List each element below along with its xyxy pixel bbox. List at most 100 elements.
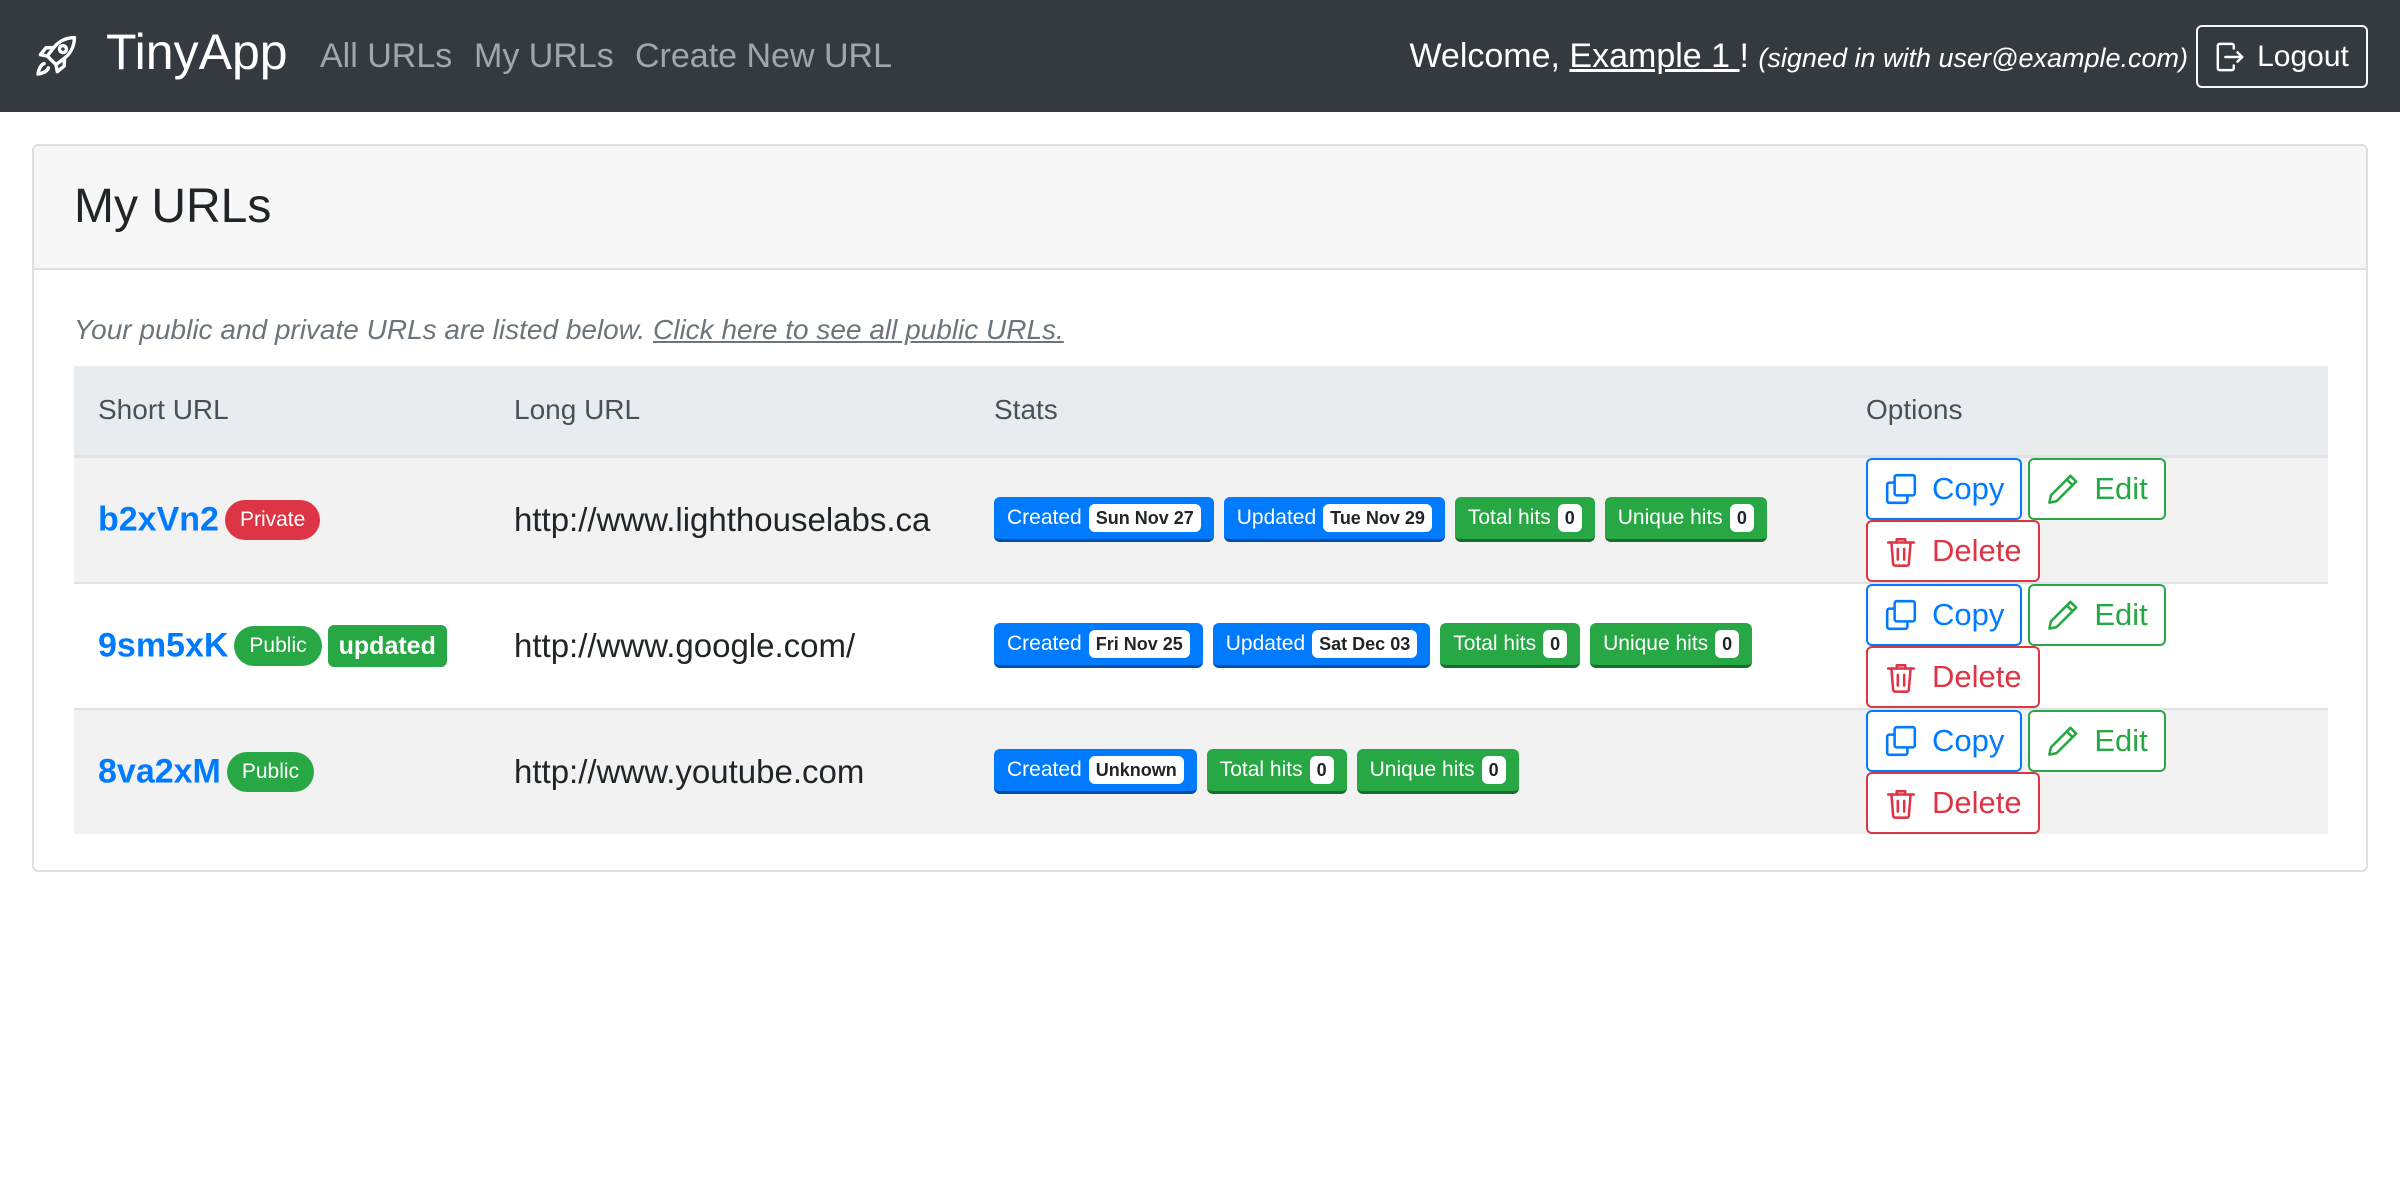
table-row: b2xVn2 Private http://www.lighthouselabs.… (74, 455, 2328, 583)
long-url: http://www.youtube.com (514, 752, 865, 790)
card-header: My URLs (34, 146, 2366, 270)
delete-button[interactable]: Delete (1866, 771, 2040, 834)
edit-button[interactable]: Edit (2028, 583, 2166, 646)
total-hits-value: 0 (1557, 504, 1582, 532)
trash-icon (1886, 537, 1916, 567)
edit-label: Edit (2094, 596, 2148, 632)
delete-button[interactable]: Delete (1866, 519, 2040, 582)
unique-hits-value: 0 (1729, 504, 1754, 532)
my-urls-card: My URLs Your public and private URLs are… (32, 144, 2368, 872)
total-hits-label: Total hits (1453, 632, 1537, 655)
created-value: Fri Nov 25 (1088, 630, 1190, 658)
updated-value: Sat Dec 03 (1312, 630, 1418, 658)
edit-button[interactable]: Edit (2028, 457, 2166, 520)
options-cell: Copy Edit Delete (1842, 455, 2328, 583)
stats-cell: Created Fri Nov 25 Updated Sat Dec 03 Total … (970, 581, 1842, 709)
created-label: Created (1007, 506, 1082, 529)
copy-icon (1885, 725, 1917, 756)
delete-label: Delete (1932, 784, 2022, 820)
trash-icon (1886, 663, 1916, 693)
total-hits-value: 0 (1309, 756, 1334, 784)
unique-hits-value: 0 (1481, 756, 1506, 784)
long-url: http://www.lighthouselabs.ca (514, 500, 931, 538)
delete-label: Delete (1932, 532, 2022, 568)
card-body: Your public and private URLs are listed … (34, 312, 2366, 834)
welcome-prefix: Welcome, (1409, 37, 1570, 75)
short-url-cell: 9sm5xK Public updated (74, 581, 490, 709)
header-options: Options (1842, 366, 2328, 458)
pencil-icon (2048, 474, 2078, 504)
brand-name[interactable]: TinyApp (106, 22, 288, 82)
total-hits-badge: Total hits 0 (1206, 749, 1347, 794)
nav-link-all-urls[interactable]: All URLs (320, 34, 452, 78)
unique-hits-label: Unique hits (1603, 632, 1709, 655)
navbar: TinyApp All URLs My URLs Create New URL … (0, 0, 2400, 112)
intro-label: Your public and private URLs are listed … (74, 314, 653, 345)
edit-label: Edit (2094, 470, 2148, 506)
user-name-link[interactable]: Example 1 (1569, 37, 1739, 75)
updated-badge: Updated Tue Nov 29 (1223, 497, 1445, 542)
copy-label: Copy (1932, 722, 2005, 758)
total-hits-badge: Total hits 0 (1454, 497, 1595, 542)
logout-label: Logout (2257, 39, 2349, 73)
updated-value: Tue Nov 29 (1323, 504, 1432, 532)
total-hits-badge: Total hits 0 (1440, 623, 1581, 668)
delete-button[interactable]: Delete (1866, 645, 2040, 708)
nav-link-my-urls[interactable]: My URLs (474, 34, 614, 78)
created-label: Created (1007, 632, 1082, 655)
intro-text: Your public and private URLs are listed … (74, 312, 2326, 348)
options-cell: Copy Edit Delete (1842, 707, 2328, 834)
short-url-cell: b2xVn2 Private (74, 455, 490, 583)
unique-hits-badge: Unique hits 0 (1590, 623, 1753, 668)
copy-icon (1885, 599, 1917, 630)
public-urls-link[interactable]: Click here to see all public URLs. (653, 314, 1064, 345)
unique-hits-badge: Unique hits 0 (1604, 497, 1767, 542)
edit-label: Edit (2094, 722, 2148, 758)
long-url-cell: http://www.lighthouselabs.ca (490, 455, 970, 583)
copy-button[interactable]: Copy (1866, 709, 2023, 772)
copy-button[interactable]: Copy (1866, 583, 2023, 646)
long-url-cell: http://www.google.com/ (490, 581, 970, 709)
pencil-icon (2048, 726, 2078, 756)
logout-button[interactable]: Logout (2196, 25, 2368, 88)
table-row: 9sm5xK Public updated http://www.google.co… (74, 581, 2328, 709)
unique-hits-label: Unique hits (1369, 758, 1475, 781)
updated-label: Updated (1225, 632, 1306, 655)
pencil-icon (2048, 600, 2078, 630)
unique-hits-badge: Unique hits 0 (1356, 749, 1519, 794)
copy-label: Copy (1932, 596, 2005, 632)
created-value: Sun Nov 27 (1088, 504, 1201, 532)
long-url-cell: http://www.youtube.com (490, 707, 970, 834)
visibility-badge: Public (226, 751, 315, 792)
short-url-link[interactable]: b2xVn2 (98, 500, 219, 538)
copy-button[interactable]: Copy (1866, 457, 2023, 520)
short-url-cell: 8va2xM Public (74, 707, 490, 834)
created-badge: Created Sun Nov 27 (994, 497, 1214, 542)
short-url-link[interactable]: 8va2xM (98, 752, 221, 790)
rocket-icon (36, 35, 77, 76)
created-label: Created (1007, 758, 1082, 781)
signed-in-email: (signed in with user@example.com) (1758, 43, 2188, 73)
unique-hits-value: 0 (1715, 630, 1740, 658)
visibility-badge: Private (224, 499, 321, 540)
header-long-url: Long URL (490, 366, 970, 458)
edit-button[interactable]: Edit (2028, 709, 2166, 772)
total-hits-value: 0 (1543, 630, 1568, 658)
total-hits-label: Total hits (1219, 758, 1303, 781)
box-arrow-right-icon (2216, 42, 2244, 71)
updated-tag: updated (327, 624, 447, 667)
created-badge: Created Unknown (994, 749, 1197, 794)
table-row: 8va2xM Public http://www.youtube.com Crea… (74, 707, 2328, 834)
updated-label: Updated (1236, 506, 1317, 529)
updated-badge: Updated Sat Dec 03 (1212, 623, 1431, 668)
welcome-message: Welcome, Example 1 ! (signed in with use… (1409, 34, 2188, 80)
header-short-url: Short URL (74, 366, 490, 458)
copy-icon (1885, 473, 1917, 504)
short-url-link[interactable]: 9sm5xK (98, 626, 228, 664)
stats-cell: Created Unknown Total hits 0 Unique hits 0 (970, 707, 1842, 834)
long-url: http://www.google.com/ (514, 626, 856, 664)
unique-hits-label: Unique hits (1617, 506, 1723, 529)
delete-label: Delete (1932, 658, 2022, 694)
copy-label: Copy (1932, 470, 2005, 506)
nav-link-create-new-url[interactable]: Create New URL (635, 34, 892, 78)
